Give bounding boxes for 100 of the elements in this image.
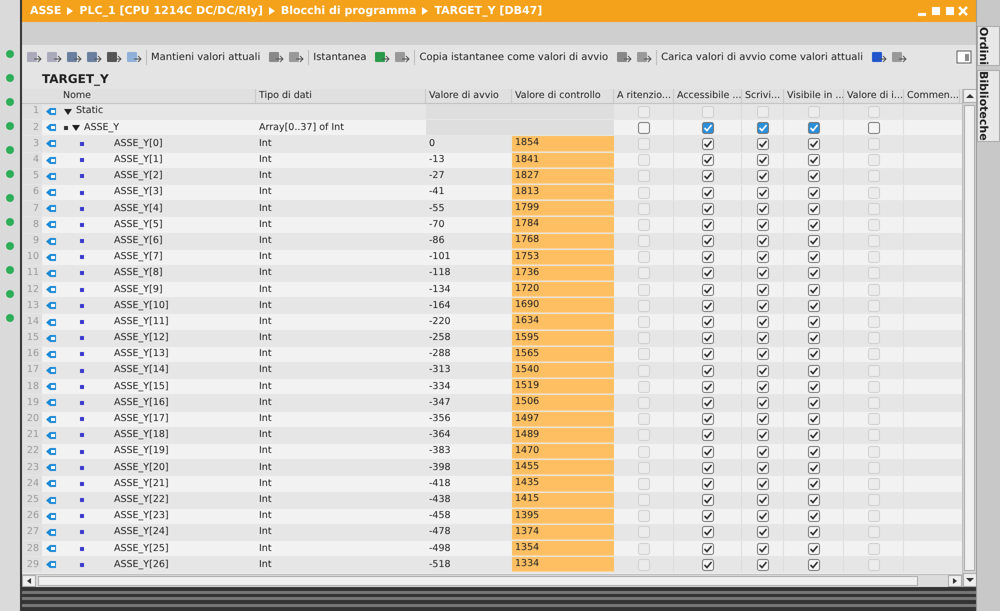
checkbox[interactable] <box>702 235 714 248</box>
layout-icon[interactable] <box>956 50 972 64</box>
column-header[interactable]: Valore di avvio <box>426 89 512 103</box>
checkbox[interactable] <box>702 380 714 393</box>
scroll-down-button[interactable] <box>963 573 977 587</box>
checkbox[interactable] <box>702 462 714 474</box>
column-header[interactable]: Nome <box>60 89 256 103</box>
column-header[interactable]: Accessibile ... <box>674 89 742 103</box>
toolbar-icon[interactable] <box>288 50 304 64</box>
checkbox[interactable] <box>756 542 768 555</box>
toolbar-icon[interactable] <box>66 50 82 64</box>
checkbox[interactable] <box>756 348 768 360</box>
checkbox[interactable] <box>808 267 820 280</box>
checkbox[interactable] <box>702 396 714 409</box>
checkbox[interactable] <box>756 526 768 538</box>
checkbox[interactable] <box>702 542 714 555</box>
checkbox[interactable] <box>808 510 820 522</box>
checkbox[interactable] <box>808 542 820 555</box>
checkbox[interactable] <box>808 284 820 296</box>
checkbox[interactable] <box>808 446 820 458</box>
checkbox[interactable] <box>702 446 714 458</box>
toolbar-button[interactable]: Copia istantanee come valori di avvio <box>414 50 612 64</box>
checkbox[interactable] <box>756 235 768 248</box>
column-header[interactable]: Valore di controllo <box>512 89 614 103</box>
checkbox[interactable] <box>756 138 768 150</box>
checkbox[interactable] <box>808 186 820 199</box>
toolbar-icon[interactable] <box>106 50 122 64</box>
scroll-up-button[interactable] <box>963 89 977 103</box>
column-header[interactable]: A ritenzio... <box>614 89 674 103</box>
checkbox[interactable] <box>702 429 714 442</box>
toolbar-icon[interactable] <box>870 50 887 64</box>
checkbox[interactable] <box>702 413 714 426</box>
checkbox[interactable] <box>756 396 768 409</box>
toolbar-icon[interactable] <box>636 50 652 64</box>
toolbar-icon[interactable] <box>374 50 390 64</box>
toolbar-icon[interactable] <box>126 50 142 64</box>
side-tab[interactable]: Ordini <box>977 26 1000 66</box>
checkbox[interactable] <box>868 122 880 134</box>
checkbox[interactable] <box>756 364 768 377</box>
checkbox[interactable] <box>808 462 820 474</box>
checkbox[interactable] <box>756 122 768 134</box>
expand-arrow-icon[interactable] <box>64 108 72 115</box>
checkbox[interactable] <box>808 251 820 264</box>
checkbox[interactable] <box>808 364 820 377</box>
checkbox[interactable] <box>756 170 768 182</box>
checkbox[interactable] <box>808 154 820 166</box>
checkbox[interactable] <box>756 300 768 312</box>
toolbar-icon[interactable] <box>616 50 632 64</box>
scrollbar-thumb[interactable] <box>964 105 975 571</box>
checkbox[interactable] <box>808 558 820 571</box>
checkbox[interactable] <box>756 462 768 474</box>
checkbox[interactable] <box>702 558 714 571</box>
checkbox[interactable] <box>702 526 714 538</box>
toolbar-button[interactable]: Istantanea <box>308 50 370 64</box>
checkbox[interactable] <box>808 478 820 490</box>
checkbox[interactable] <box>756 413 768 426</box>
checkbox[interactable] <box>702 170 714 182</box>
checkbox[interactable] <box>808 429 820 442</box>
checkbox[interactable] <box>702 267 714 280</box>
checkbox[interactable] <box>756 202 768 215</box>
toolbar-icon[interactable] <box>86 50 102 64</box>
checkbox[interactable] <box>702 332 714 344</box>
checkbox[interactable] <box>808 138 820 150</box>
checkbox[interactable] <box>702 348 714 360</box>
column-header[interactable]: Commen... <box>904 89 960 103</box>
checkbox[interactable] <box>702 138 714 150</box>
scrollbar-thumb[interactable] <box>38 576 918 586</box>
side-tab[interactable]: Biblioteche <box>977 70 1000 142</box>
scroll-left-button[interactable] <box>22 575 36 587</box>
toolbar-icon[interactable] <box>46 50 62 64</box>
checkbox[interactable] <box>808 396 820 409</box>
checkbox[interactable] <box>702 364 714 377</box>
checkbox[interactable] <box>756 494 768 506</box>
checkbox[interactable] <box>702 510 714 522</box>
checkbox[interactable] <box>756 510 768 522</box>
checkbox[interactable] <box>702 300 714 312</box>
checkbox[interactable] <box>756 429 768 442</box>
column-header[interactable]: Tipo di dati <box>256 89 426 103</box>
checkbox[interactable] <box>702 478 714 490</box>
toolbar-icon[interactable] <box>26 50 42 64</box>
checkbox[interactable] <box>702 251 714 264</box>
checkbox[interactable] <box>756 218 768 231</box>
scroll-right-button[interactable] <box>948 575 962 587</box>
checkbox[interactable] <box>808 526 820 538</box>
column-header[interactable]: Visibile in ... <box>784 89 844 103</box>
checkbox[interactable] <box>808 218 820 231</box>
column-header[interactable]: Scrivi... <box>742 89 784 103</box>
checkbox[interactable] <box>808 316 820 328</box>
checkbox[interactable] <box>702 154 714 166</box>
toolbar-icon[interactable] <box>890 50 907 64</box>
checkbox[interactable] <box>756 446 768 458</box>
checkbox[interactable] <box>702 494 714 506</box>
checkbox[interactable] <box>808 413 820 426</box>
column-header[interactable]: Valore di i... <box>844 89 904 103</box>
checkbox[interactable] <box>808 300 820 312</box>
checkbox[interactable] <box>756 332 768 344</box>
checkbox[interactable] <box>638 122 650 134</box>
checkbox[interactable] <box>702 202 714 215</box>
expand-arrow-icon[interactable] <box>72 124 80 131</box>
checkbox[interactable] <box>702 218 714 231</box>
